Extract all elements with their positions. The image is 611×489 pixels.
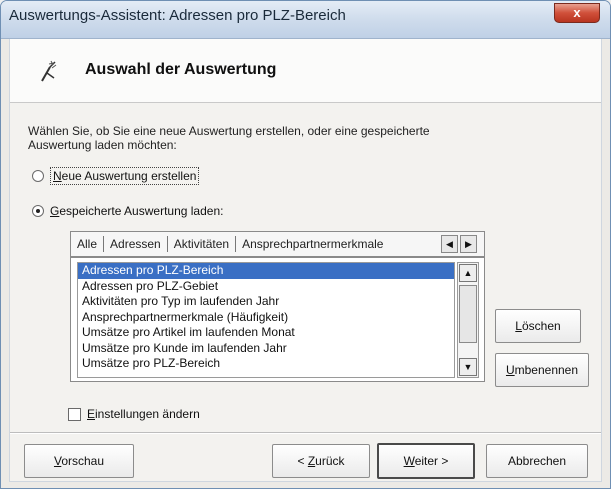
next-button[interactable]: Weiter > [377, 443, 475, 479]
label-rest: orschau [61, 454, 105, 468]
mnemonic: G [50, 204, 60, 218]
description-line-2: Auswertung laden möchten: [28, 138, 177, 152]
scroll-down-icon[interactable]: ▼ [459, 358, 477, 376]
radio-load-evaluation[interactable]: Gespeicherte Auswertung laden: [32, 204, 223, 218]
preview-button[interactable]: Vorschau [24, 444, 134, 478]
label-rest: eiter > [414, 454, 449, 468]
tab-scroll-right-icon[interactable]: ▶ [460, 235, 477, 253]
mnemonic: U [505, 363, 515, 377]
radio-new-evaluation-indicator[interactable] [32, 170, 44, 182]
title-bar[interactable]: Auswertungs-Assistent: Adressen pro PLZ-… [1, 1, 610, 39]
close-button[interactable]: x [554, 3, 600, 23]
footer-separator [10, 432, 601, 434]
list-item[interactable]: Umsätze pro Kunde im laufenden Jahr [78, 341, 454, 357]
radio-load-evaluation-label[interactable]: Gespeicherte Auswertung laden: [50, 204, 223, 218]
dialog-content: Auswahl der Auswertung Wählen Sie, ob Si… [9, 39, 602, 482]
tab-contact-attributes[interactable]: Ansprechpartnermerkmale [236, 237, 389, 251]
wizard-window: Auswertungs-Assistent: Adressen pro PLZ-… [0, 0, 611, 489]
scroll-up-icon[interactable]: ▲ [459, 264, 477, 282]
list-item[interactable]: Umsätze pro Artikel im laufenden Monat [78, 325, 454, 341]
label-rest: instellungen ändern [95, 407, 200, 421]
category-tabs: Alle Adressen Aktivitäten Ansprechpartne… [70, 231, 485, 257]
page-title: Auswahl der Auswertung [85, 61, 277, 78]
description-text: Wählen Sie, ob Sie eine neue Auswertung … [28, 124, 568, 152]
change-settings-checkbox[interactable]: Einstellungen ändern [68, 407, 200, 421]
cancel-button[interactable]: Abbrechen [486, 444, 588, 478]
evaluation-list-panel: Adressen pro PLZ-Bereich Adressen pro PL… [70, 257, 485, 382]
evaluation-list[interactable]: Adressen pro PLZ-Bereich Adressen pro PL… [77, 262, 455, 378]
list-item[interactable]: Ansprechpartnermerkmale (Häufigkeit) [78, 310, 454, 326]
scroll-thumb[interactable] [459, 285, 477, 343]
label-rest: eue Auswertung erstellen [61, 169, 197, 183]
list-item[interactable]: Adressen pro PLZ-Bereich [78, 263, 454, 279]
mnemonic: L [515, 319, 522, 333]
wizard-icon [41, 60, 57, 82]
list-item[interactable]: Umsätze pro PLZ-Bereich [78, 356, 454, 372]
wizard-header: Auswahl der Auswertung [10, 39, 601, 103]
change-settings-label[interactable]: Einstellungen ändern [87, 407, 200, 421]
label-rest: espeicherte Auswertung laden: [59, 204, 224, 218]
radio-load-evaluation-indicator[interactable] [32, 205, 44, 217]
mnemonic: W [403, 454, 415, 468]
description-line-1: Wählen Sie, ob Sie eine neue Auswertung … [28, 124, 430, 138]
window-title: Auswertungs-Assistent: Adressen pro PLZ-… [9, 7, 346, 24]
tab-addresses[interactable]: Adressen [104, 237, 167, 251]
change-settings-checkbox-box[interactable] [68, 407, 81, 421]
label-rest: urück [315, 454, 345, 468]
label-rest: mbenennen [514, 363, 579, 377]
tab-scroll-left-icon[interactable]: ◀ [441, 235, 458, 253]
list-item[interactable]: Aktivitäten pro Typ im laufenden Jahr [78, 294, 454, 310]
mnemonic: N [53, 169, 62, 183]
list-item[interactable]: Adressen pro PLZ-Gebiet [78, 279, 454, 295]
tab-activities[interactable]: Aktivitäten [168, 237, 235, 251]
tab-all[interactable]: Alle [71, 237, 103, 251]
list-scrollbar[interactable]: ▲ ▼ [457, 262, 479, 378]
mnemonic: E [87, 407, 96, 421]
label-prefix: < [297, 454, 308, 468]
rename-button[interactable]: Umbenennen [495, 353, 589, 387]
label-rest: öschen [521, 319, 561, 333]
back-button[interactable]: < Zurück [272, 444, 370, 478]
radio-new-evaluation-label[interactable]: Neue Auswertung erstellen [50, 167, 200, 185]
radio-new-evaluation[interactable]: Neue Auswertung erstellen [32, 167, 200, 185]
delete-button[interactable]: Löschen [495, 309, 581, 343]
